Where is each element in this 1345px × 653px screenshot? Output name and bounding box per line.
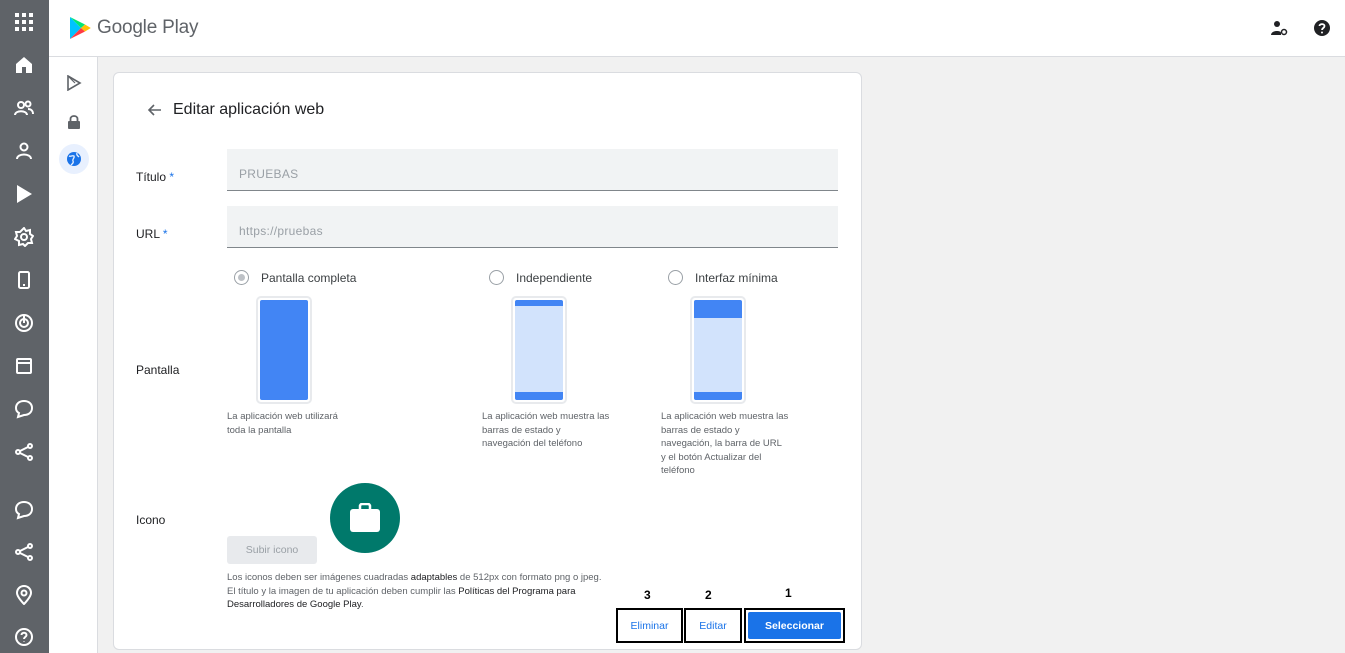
url-input-value: https://pruebas — [239, 224, 323, 238]
edit-button[interactable]: Editar — [684, 608, 742, 643]
top-app-bar: Google Play — [49, 0, 1345, 57]
standalone-desc: La aplicación web muestra las barras de e… — [482, 411, 610, 449]
briefcase-icon — [350, 503, 380, 532]
left-sidebar — [0, 0, 49, 653]
minimal-ui-desc: La aplicación web muestra las barras de e… — [661, 411, 789, 476]
apps-grid-icon[interactable] — [12, 10, 36, 34]
fullscreen-desc: La aplicación web utilizará toda la panta… — [227, 411, 338, 436]
title-label: Título * — [136, 170, 175, 184]
radio-fullscreen-label: Pantalla completa — [261, 270, 357, 285]
google-play-logo-icon — [70, 17, 91, 39]
fullscreen-phone-illustration — [256, 296, 312, 404]
adaptive-icons-link[interactable]: adaptables — [411, 572, 457, 583]
radio-minimal-ui[interactable]: Interfaz mínima — [668, 270, 778, 285]
standalone-phone-illustration — [511, 296, 567, 404]
url-input[interactable]: https://pruebas — [227, 206, 838, 248]
icon-requirements-note: Los iconos deben ser imágenes cuadradas … — [227, 572, 602, 610]
settings-icon[interactable] — [12, 225, 36, 249]
page-title: Editar aplicación web — [173, 101, 325, 118]
device-icon[interactable] — [12, 268, 36, 292]
app-name: Google Play — [97, 17, 199, 38]
globe-icon[interactable] — [59, 144, 89, 174]
delete-button[interactable]: Eliminar — [616, 608, 683, 643]
chat-icon[interactable] — [12, 397, 36, 421]
play-outline-icon[interactable] — [62, 71, 86, 95]
edit-web-app-card: Editar aplicación web Título * PRUEBAS U… — [113, 72, 862, 650]
chat-icon[interactable] — [12, 498, 36, 522]
help-circle-icon[interactable] — [12, 625, 36, 649]
location-icon[interactable] — [12, 583, 36, 607]
home-icon[interactable] — [12, 53, 36, 77]
url-label: URL * — [136, 227, 168, 241]
upload-icon-button[interactable]: Subir icono — [227, 536, 317, 564]
sub-nav — [49, 57, 98, 653]
app-icon-preview — [330, 483, 400, 553]
share-icon[interactable] — [12, 540, 36, 564]
display-label: Pantalla — [136, 363, 180, 377]
play-icon[interactable] — [12, 182, 36, 206]
title-input-value: PRUEBAS — [239, 167, 299, 181]
title-input[interactable]: PRUEBAS — [227, 149, 838, 191]
radio-fullscreen[interactable]: Pantalla completa — [234, 270, 356, 285]
step-number-edit: 2 — [705, 588, 712, 602]
minimal-ui-phone-illustration — [690, 296, 746, 404]
radio-minimal-ui-circle[interactable] — [668, 270, 683, 285]
radio-minimal-ui-label: Interfaz mínima — [695, 270, 778, 285]
radio-standalone[interactable]: Independiente — [489, 270, 592, 285]
step-number-select: 1 — [785, 586, 792, 600]
select-button[interactable]: Seleccionar — [744, 608, 845, 643]
person-icon[interactable] — [12, 139, 36, 163]
google-play-logo[interactable]: Google Play — [69, 16, 199, 40]
step-number-delete: 3 — [644, 588, 651, 602]
calendar-icon[interactable] — [12, 354, 36, 378]
help-icon[interactable] — [1312, 18, 1332, 38]
select-button-label: Seleccionar — [748, 612, 841, 639]
lock-icon[interactable] — [62, 110, 86, 134]
share-icon[interactable] — [12, 440, 36, 464]
radio-standalone-circle[interactable] — [489, 270, 504, 285]
radio-fullscreen-circle[interactable] — [234, 270, 249, 285]
back-arrow-icon[interactable] — [147, 102, 163, 118]
radio-standalone-label: Independiente — [516, 270, 593, 285]
target-icon[interactable] — [12, 311, 36, 335]
icon-label: Icono — [136, 513, 166, 527]
page-header: Editar aplicación web — [147, 101, 324, 119]
admin-settings-icon[interactable] — [1269, 18, 1289, 38]
users-icon[interactable] — [12, 96, 36, 120]
